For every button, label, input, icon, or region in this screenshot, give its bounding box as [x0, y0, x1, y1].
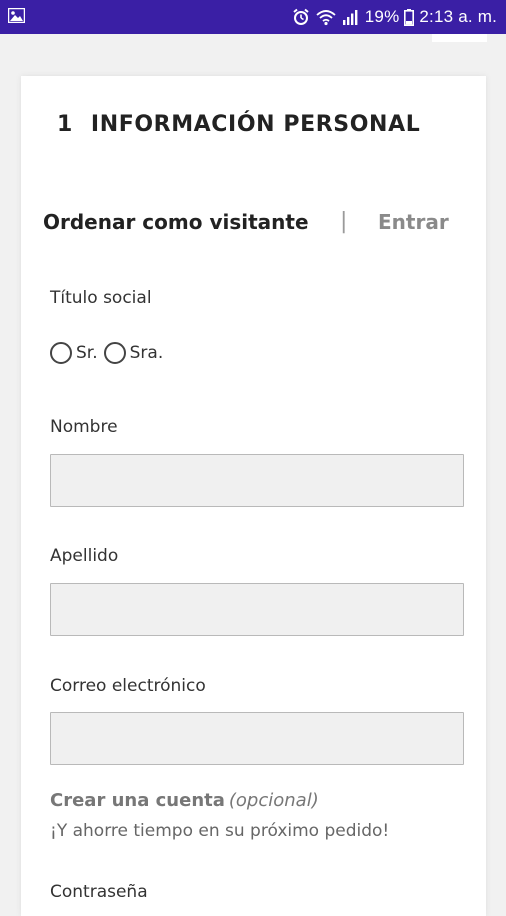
tab-guest-checkout[interactable]: Ordenar como visitante [43, 210, 309, 234]
auth-tabs: Ordenar como visitante | Entrar [43, 209, 453, 238]
radio-button-mr[interactable] [50, 342, 72, 364]
last-name-field[interactable] [50, 583, 464, 636]
battery-percent: 19% [364, 7, 400, 26]
image-notification-icon [7, 7, 26, 24]
last-name-label: Apellido [50, 546, 119, 566]
first-name-label: Nombre [50, 417, 118, 437]
radio-label-mr: Sr. [76, 343, 98, 363]
signal-icon [342, 9, 358, 25]
step-number: 1 [57, 112, 73, 137]
section-title: 1 INFORMACIÓN PERSONAL [57, 112, 420, 137]
create-account-optional: (opcional) [228, 790, 319, 811]
first-name-field[interactable] [50, 454, 464, 507]
title-social-radio-group: Sr. Sra. [50, 339, 169, 367]
radio-option-mrs[interactable]: Sra. [103, 342, 164, 364]
personal-info-card: 1 INFORMACIÓN PERSONAL Ordenar como visit… [21, 76, 486, 916]
password-label: Contraseña [50, 882, 148, 902]
create-account-title: Crear una cuenta [50, 790, 225, 811]
tab-login[interactable]: Entrar [378, 210, 449, 234]
title-social-label: Título social [50, 288, 152, 308]
status-bar: 19% 2:13 a. m. [0, 0, 506, 34]
section-title-text: INFORMACIÓN PERSONAL [90, 112, 421, 137]
create-account-subtitle: ¡Y ahorre tiempo en su próximo pedido! [50, 821, 390, 841]
background-card-edge [432, 34, 487, 42]
radio-option-mr[interactable]: Sr. [50, 342, 98, 364]
create-account-heading: Crear una cuenta (opcional) [50, 790, 319, 811]
radio-label-mrs: Sra. [129, 343, 164, 363]
email-field[interactable] [50, 712, 464, 765]
alarm-icon [292, 8, 310, 26]
wifi-icon [315, 8, 337, 26]
email-label: Correo electrónico [50, 676, 206, 696]
battery-icon [404, 8, 415, 26]
radio-button-mrs[interactable] [103, 342, 126, 364]
clock-time: 2:13 a. m. [419, 7, 497, 26]
tab-separator: | [340, 209, 348, 234]
